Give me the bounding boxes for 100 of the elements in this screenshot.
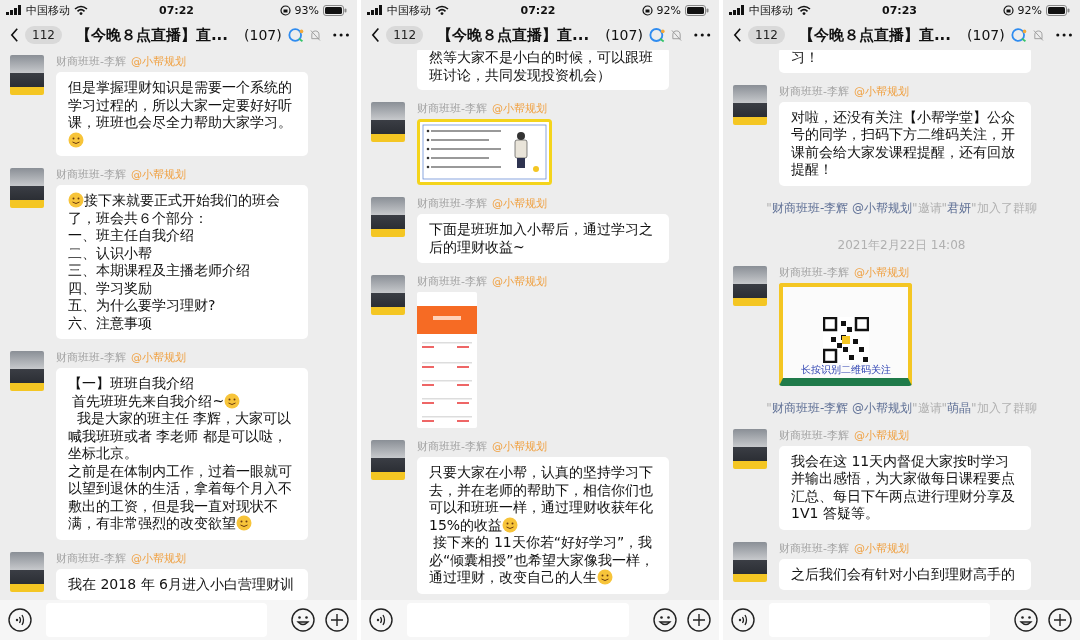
avatar-photo[interactable]: [371, 197, 405, 237]
sender-tag: @小帮规划: [492, 102, 547, 116]
chat-bubble[interactable]: 对啦，还没有关注【小帮学堂】公众号的同学，扫码下方二维码关注，开课前会给大家发课程提醒，还有回放提醒！: [779, 101, 1031, 186]
add-icon[interactable]: [325, 608, 349, 632]
battery-percent: 93%: [294, 3, 319, 17]
unread-count[interactable]: 112: [748, 26, 785, 44]
sender-tag: @小帮规划: [131, 551, 186, 566]
avatar-photo[interactable]: [733, 84, 767, 125]
add-icon[interactable]: [687, 608, 711, 632]
battery-percent: 92%: [656, 3, 681, 17]
message-text: 了，班会共６个部分：: [68, 209, 208, 226]
qr-code-icon: [822, 316, 869, 363]
chat-bubble[interactable]: 接下来就要正式开始我们的班会 了，班会共６个部分： 一、班主任自我介绍 二、认识小帮 三、本期课程及主播老师介绍 四、学习奖励 五、为什么要学习理财? 六、注意事项: [56, 185, 308, 339]
voice-icon[interactable]: [731, 608, 755, 632]
sender-tag: @小帮规划: [854, 541, 909, 556]
unread-count[interactable]: 112: [25, 26, 62, 44]
qr-poster[interactable]: 长按识别二维码关注: [779, 282, 912, 386]
rotation-lock-icon: [641, 4, 653, 16]
battery-icon: [1046, 4, 1070, 16]
message-text: 习！: [791, 50, 819, 65]
avatar-photo[interactable]: [733, 428, 767, 469]
clock-time: 07:22: [159, 3, 194, 17]
wifi-icon: [74, 5, 88, 15]
sender-tag: @小帮规划: [492, 197, 547, 211]
member-count: (107): [605, 27, 643, 43]
chat-bubble[interactable]: 我在 2018 年 6月进入小白营理财训: [56, 568, 308, 600]
member-link[interactable]: 财商班班-李辉 @小帮规划: [771, 200, 913, 215]
avatar-photo[interactable]: [371, 275, 405, 315]
chat-bubble[interactable]: 之后我们会有针对小白到理财高手的: [779, 558, 1031, 590]
emoji-icon[interactable]: [653, 608, 677, 632]
clock-time: 07:23: [882, 3, 917, 17]
sender-name: 财商班班-李辉: [417, 102, 487, 116]
battery-icon: [323, 4, 347, 16]
avatar-photo[interactable]: [10, 351, 44, 391]
avatar-photo[interactable]: [733, 265, 767, 306]
chat-bubble-icon[interactable]: [287, 27, 304, 43]
wifi-icon: [435, 5, 449, 15]
member-link[interactable]: 君妍: [947, 200, 972, 215]
battery-percent: 92%: [1017, 3, 1042, 17]
more-icon[interactable]: [694, 33, 711, 37]
sender-tag: @小帮规划: [854, 265, 909, 280]
sender-name: 财商班班-李辉: [417, 275, 487, 289]
emoji-icon[interactable]: [1014, 608, 1038, 632]
sender-name: 财商班班-李辉: [417, 440, 487, 454]
avatar-photo[interactable]: [371, 102, 405, 142]
sender-name: 财商班班-李辉: [779, 265, 849, 280]
add-icon[interactable]: [1048, 608, 1072, 632]
back-icon[interactable]: [371, 27, 381, 43]
chat-bubble[interactable]: 我会在这 11天内督促大家按时学习并输出感悟，为大家做每日课程要点汇总、每日下午两点进行理财分享及 1V1 答疑等。: [779, 445, 1031, 530]
screenshot-image[interactable]: [417, 292, 477, 428]
voice-icon[interactable]: [369, 608, 393, 632]
clock-time: 07:22: [520, 3, 556, 17]
chat-bubble[interactable]: 下面是班班加入小帮后，通过学习之后的理财收益~: [417, 214, 669, 263]
emoji-icon[interactable]: [291, 608, 315, 632]
sender-tag: @小帮规划: [131, 351, 186, 365]
more-icon[interactable]: [1055, 33, 1072, 37]
message-text: 三、本期课程及主播老师介绍: [68, 262, 250, 278]
voice-icon[interactable]: [8, 608, 32, 632]
back-icon[interactable]: [10, 27, 19, 43]
message-text: 满，有非常强烈的改变欲望: [68, 515, 236, 531]
avatar-photo[interactable]: [10, 55, 44, 95]
message-text: 15%的收益: [429, 516, 503, 533]
member-count: (107): [967, 27, 1005, 43]
wifi-icon: [797, 5, 811, 15]
member-count: (107): [244, 27, 282, 43]
sender-name: 财商班班-李辉: [56, 551, 126, 566]
unread-count[interactable]: 112: [386, 26, 424, 44]
message-text: 二、认识小帮: [68, 244, 152, 261]
sender-name: 财商班班-李辉: [56, 168, 126, 182]
battery-icon: [685, 4, 709, 16]
chat-bubble[interactable]: 只要大家在小帮，认真的坚持学习下去，并在老师的帮助下，相信你们也可以和班班一样，通过理财收获年化 15%的收益 接下来的 11天你若“好好学习”，我必“倾囊相授”也希望大家像我一样， 通过理财，改变自己的人生: [417, 457, 669, 594]
muted-bell-icon: [309, 28, 321, 42]
chat-bubble[interactable]: 然等大家不是小白的时候，可以跟班班讨论，共同发现投资机会）: [417, 50, 669, 90]
emoji-icon: [224, 392, 241, 409]
member-link[interactable]: 萌晶: [947, 400, 972, 415]
chat-bubble-icon[interactable]: [648, 27, 666, 43]
sender-tag: @小帮规划: [131, 168, 186, 182]
chat-bubble-icon[interactable]: [1010, 27, 1027, 43]
avatar-photo[interactable]: [10, 551, 44, 592]
message-text: 四、学习奖励: [68, 279, 152, 296]
chat-title: 【今晚８点直播】直...: [75, 25, 229, 45]
sender-name: 财商班班-李辉: [417, 197, 487, 211]
message-text: 我是大家的班主任 李辉，大家可以喊我班班或者 李老师 都是可以哒，坐标北京。: [68, 410, 292, 461]
member-link[interactable]: 财商班班-李辉 @小帮规划: [771, 400, 913, 415]
sender-name: 财商班班-李辉: [56, 351, 126, 365]
chat-bubble[interactable]: 但是掌握理财知识是需要一个系统的学习过程的，所以大家一定要好好听课，班班也会尽全力帮助大家学习。: [56, 72, 308, 156]
avatar-photo[interactable]: [371, 440, 405, 480]
emoji-icon: [236, 515, 252, 531]
slide-image[interactable]: [417, 119, 552, 185]
avatar-photo[interactable]: [733, 541, 767, 582]
message-text: 之前是在体制内工作，过着一眼就可以望到退休的生活，拿着每个月入不敷出的工资，但是我一直对现状不: [68, 462, 292, 514]
message-text: 但是掌握理财知识是需要一个系统的学习过程的，所以大家一定要好好听课，班班也会尽全力帮助大家学习。: [68, 79, 292, 130]
avatar-photo[interactable]: [10, 168, 44, 208]
chat-bubble[interactable]: 习！: [779, 50, 1031, 73]
poster-caption: 长按识别二维码关注: [800, 362, 891, 377]
chat-bubble[interactable]: 【一】班班自我介绍 首先班班先来自我介绍~ 我是大家的班主任 李辉，大家可以喊我班班或者 李老师 都是可以哒，坐标北京。 之前是在体制内工作，过着一眼就可以望到退休的生活，拿着每个月入不敷出的工资，但是我一直对现状不 满，有非常强烈的改变欲望: [56, 368, 308, 540]
sender-tag: @小帮规划: [492, 275, 547, 289]
more-icon[interactable]: [332, 33, 349, 37]
carrier-name: 中国移动: [749, 2, 793, 18]
back-icon[interactable]: [733, 27, 742, 43]
